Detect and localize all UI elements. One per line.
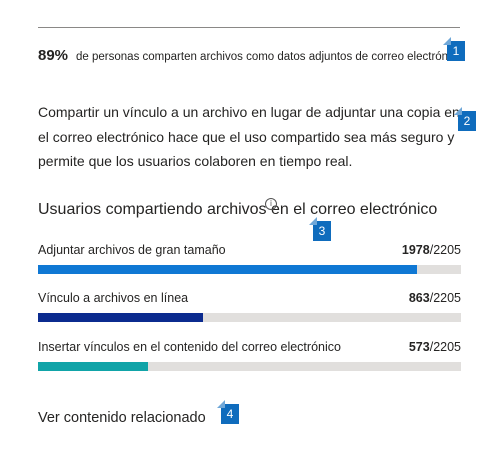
bar-label: Adjuntar archivos de gran tamaño <box>38 243 226 257</box>
bar-track <box>38 362 461 371</box>
callout-badge-4: 4 <box>217 400 239 424</box>
section-title: Usuarios compartiendo archivos en el cor… <box>38 201 438 218</box>
stat-summary: 89% de personas comparten archivos como … <box>38 47 463 64</box>
bar-value: 863/2205 <box>408 291 461 305</box>
stat-description: de personas comparten archivos como dato… <box>76 51 463 63</box>
bar-value: 573/2205 <box>408 340 461 354</box>
recommendation-paragraph: Compartir un vínculo a un archivo en lug… <box>38 104 460 169</box>
bar-fill <box>38 313 204 322</box>
bar-track <box>38 313 461 322</box>
bar-fill <box>38 265 418 274</box>
callout-badge-1: 1 <box>443 37 465 61</box>
stat-percentage: 89% <box>38 47 69 64</box>
bar-label: Vínculo a archivos en línea <box>38 291 189 305</box>
bar-value: 1978/2205 <box>401 243 461 257</box>
related-content-link[interactable]: Ver contenido relacionado <box>38 410 206 426</box>
top-divider <box>38 27 460 28</box>
callout-badge-2: 2 <box>454 107 476 131</box>
bar-track <box>38 265 461 274</box>
callout-badge-3: 3 <box>309 217 331 241</box>
bar-fill <box>38 362 148 371</box>
bar-label: Insertar vínculos en el contenido del co… <box>38 340 341 354</box>
info-icon[interactable]: i <box>265 198 277 210</box>
